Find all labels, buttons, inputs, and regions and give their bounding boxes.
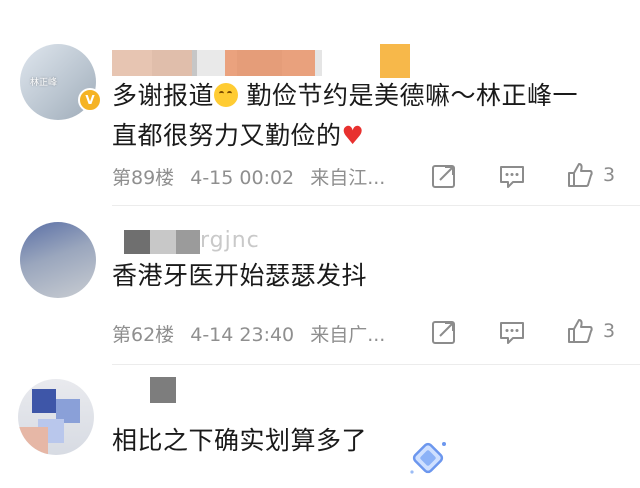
comment-source: 来自江... [310,167,386,189]
username-redacted [124,230,200,254]
username-redacted-accent [225,50,315,76]
avatar[interactable] [18,379,94,455]
comment-time: 4-15 00:02 [190,167,295,189]
share-icon[interactable] [430,162,458,190]
reply-comment-icon[interactable] [498,162,526,190]
username-redacted-accent [112,50,192,76]
sticker-icon [410,442,446,474]
comment-item: rgjnc 香港牙医开始瑟瑟发抖 第62楼 4-14 23:40 来自广... … [0,206,640,364]
comment-item: 相比之下确实划算多了 [0,365,640,488]
thumbs-up-icon[interactable] [566,317,594,345]
verified-badge-icon: V [78,88,102,112]
like-count: 3 [603,164,616,186]
like-count: 3 [603,320,616,342]
comment-meta: 第62楼 4-14 23:40 来自广... [112,320,395,347]
reply-comment-icon[interactable] [498,318,526,346]
comment-item: 林正峰 V 多谢报道 勤俭节约是美德嘛～林正峰一 直都很努力又勤俭的♥ 第89楼… [0,0,640,205]
username-redacted [150,377,176,403]
floor-number: 第62楼 [112,324,175,346]
share-icon[interactable] [430,318,458,346]
comment-text: 相比之下确实划算多了 [112,426,368,455]
badge-redacted [380,44,410,78]
comment-text: 香港牙医开始瑟瑟发抖 [112,261,368,290]
comment-time: 4-14 23:40 [190,324,295,346]
floor-number: 第89楼 [112,167,175,189]
red-heart-icon: ♥ [341,121,365,150]
thumbs-up-icon[interactable] [566,161,594,189]
smile-emoji-icon [214,83,239,107]
comment-source: 来自广... [310,324,386,346]
comment-text: 多谢报道 勤俭节约是美德嘛～林正峰一 直都很努力又勤俭的♥ [112,81,578,150]
avatar-text: 林正峰 [30,78,58,88]
comment-meta: 第89楼 4-15 00:02 来自江... [112,163,395,190]
username-partial: rgjnc [200,228,260,253]
avatar[interactable] [20,222,96,298]
